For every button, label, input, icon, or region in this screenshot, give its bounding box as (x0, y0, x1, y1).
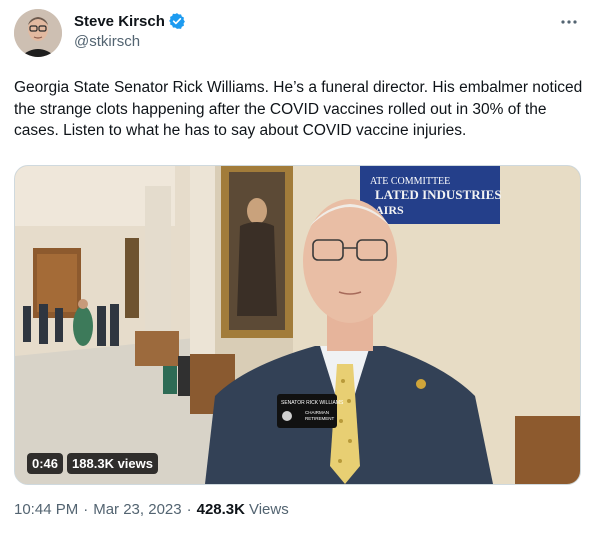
name-badge-line-1: SENATOR RICK WILLIAMS (281, 400, 344, 406)
tweet-views-count: 428.3K (196, 501, 245, 518)
video-frame: ATE COMMITTEE LATED INDUSTRIES AIRS SENA… (15, 166, 580, 484)
banner-line-2: LATED INDUSTRIES (375, 187, 502, 202)
tweet-time[interactable]: 10:44 PM (14, 501, 78, 518)
tweet-date[interactable]: Mar 23, 2023 (93, 501, 181, 518)
tweet-card: Steve Kirsch @stkirsch Georgia State Sen… (0, 0, 598, 533)
meta-separator: · (186, 501, 192, 518)
author-display-name[interactable]: Steve Kirsch (74, 13, 165, 30)
video-views: 188.3K views (67, 453, 158, 474)
meta-separator: · (83, 501, 89, 518)
verified-badge-icon (168, 12, 186, 30)
tweet-meta: 10:44 PM · Mar 23, 2023 · 428.3K Views (14, 501, 289, 518)
avatar[interactable] (14, 9, 62, 57)
author-handle[interactable]: @stkirsch (74, 33, 140, 50)
tweet-views-label: Views (248, 501, 289, 518)
video-badges: 0:46 188.3K views (27, 453, 158, 474)
video-player[interactable]: ATE COMMITTEE LATED INDUSTRIES AIRS SENA… (14, 165, 581, 485)
author-name-row[interactable]: Steve Kirsch (74, 12, 186, 30)
name-badge-line-3: RETIREMENT (305, 416, 335, 421)
video-duration: 0:46 (27, 453, 64, 474)
more-options-icon[interactable] (558, 12, 580, 32)
tweet-text: Georgia State Senator Rick Williams. He’… (14, 79, 583, 139)
name-badge-line-2: CHAIRMAN (305, 410, 329, 415)
banner-line-1: ATE COMMITTEE (370, 176, 450, 187)
